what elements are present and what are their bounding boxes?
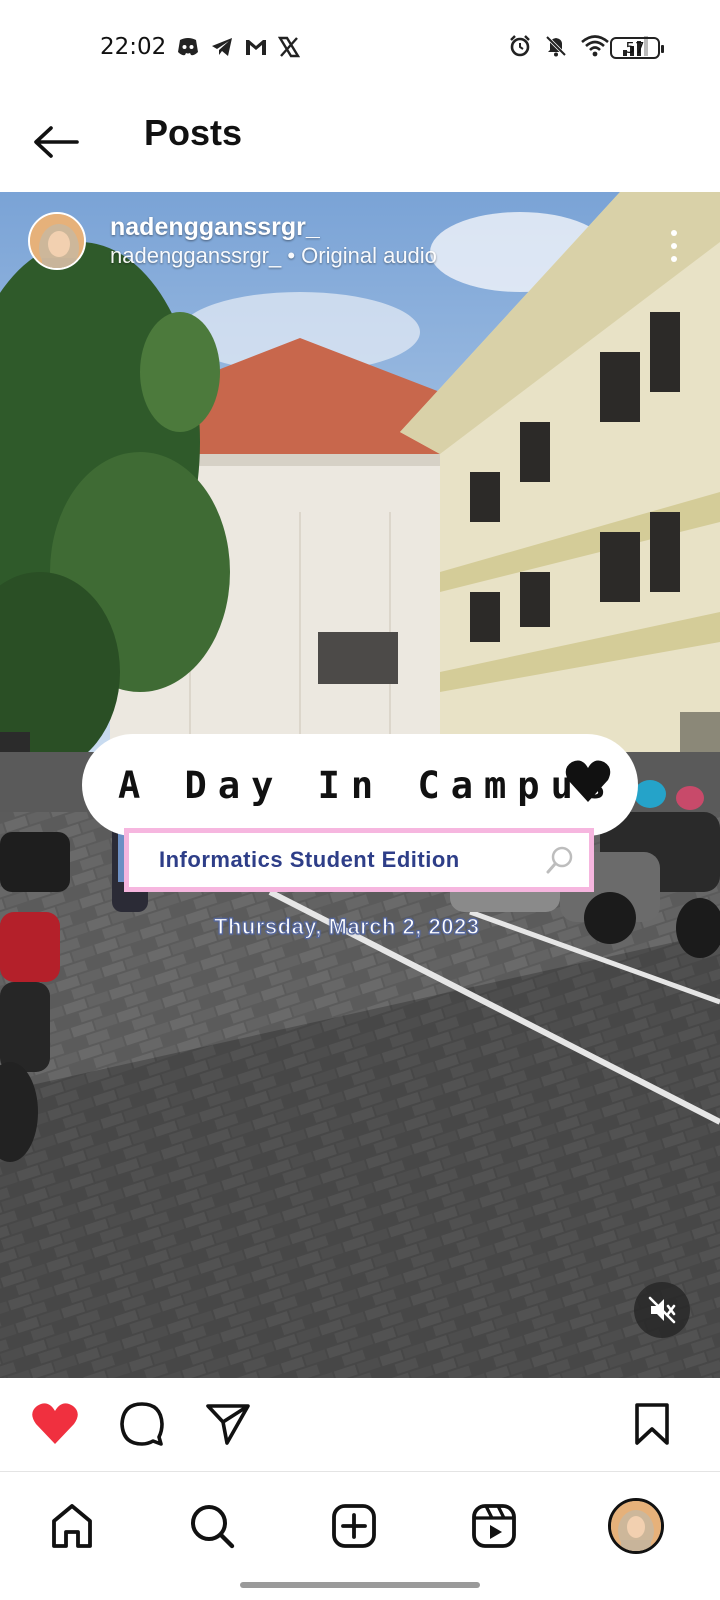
- nav-home[interactable]: [40, 1494, 104, 1558]
- bottom-nav: [0, 1472, 720, 1600]
- search-sticker: Informatics Student Edition: [124, 828, 594, 892]
- audio-attribution[interactable]: nadengganssrgr_ • Original audio: [110, 242, 437, 270]
- search-icon: [191, 1505, 235, 1549]
- status-bar: 22:02 57: [0, 0, 720, 96]
- bell-off-icon: [545, 35, 567, 57]
- gesture-bar: [240, 1582, 480, 1588]
- author-name[interactable]: nadengganssrgr_: [110, 212, 437, 242]
- post-actions: [0, 1378, 720, 1472]
- comment-icon: [120, 1402, 164, 1446]
- more-dot: [671, 256, 677, 262]
- more-dot: [671, 230, 677, 236]
- caption-title: A Day In Campus: [118, 763, 618, 807]
- notification-icons: [176, 36, 300, 58]
- volume-off-icon: [648, 1296, 676, 1324]
- x-icon: [278, 36, 300, 58]
- home-icon: [52, 1504, 92, 1548]
- nav-create[interactable]: [322, 1494, 386, 1558]
- nav-reels[interactable]: [462, 1494, 526, 1558]
- sticker-text: Informatics Student Edition: [159, 847, 460, 872]
- heart-filled-icon: [32, 1403, 78, 1444]
- profile-avatar[interactable]: [608, 1498, 664, 1554]
- battery-icon: 57: [610, 37, 664, 59]
- reels-icon: [472, 1504, 516, 1548]
- page-title: Posts: [144, 112, 243, 153]
- header: Posts: [0, 96, 720, 192]
- date-text: Thursday, March 2, 2023: [213, 913, 480, 939]
- more-dot: [671, 243, 677, 249]
- alarm-icon: [510, 35, 530, 57]
- back-button[interactable]: [28, 114, 84, 170]
- nav-profile[interactable]: [604, 1494, 668, 1558]
- discord-icon: [178, 38, 198, 56]
- heart-sticker-icon: [565, 760, 611, 802]
- arrow-left-icon: [34, 126, 79, 158]
- wifi-icon: [581, 35, 609, 57]
- author-avatar[interactable]: [28, 212, 86, 270]
- post-media[interactable]: nadengganssrgr_ nadengganssrgr_ • Origin…: [0, 192, 720, 1378]
- post-author[interactable]: nadengganssrgr_ nadengganssrgr_ • Origin…: [28, 212, 437, 270]
- more-options-button[interactable]: [662, 226, 686, 266]
- mute-button[interactable]: [634, 1282, 690, 1338]
- save-button[interactable]: [624, 1396, 680, 1452]
- telegram-icon: [212, 38, 232, 56]
- create-icon: [332, 1504, 376, 1548]
- gmail-icon: [246, 40, 266, 55]
- share-button[interactable]: [200, 1396, 256, 1452]
- nav-search[interactable]: [180, 1494, 244, 1558]
- like-button[interactable]: [27, 1396, 83, 1452]
- status-time: 22:02: [100, 34, 167, 60]
- comment-button[interactable]: [114, 1396, 170, 1452]
- bookmark-icon: [635, 1403, 669, 1445]
- send-icon: [206, 1404, 250, 1445]
- magnifier-icon: [546, 846, 573, 874]
- caption-sticker: A Day In Campus: [82, 734, 638, 836]
